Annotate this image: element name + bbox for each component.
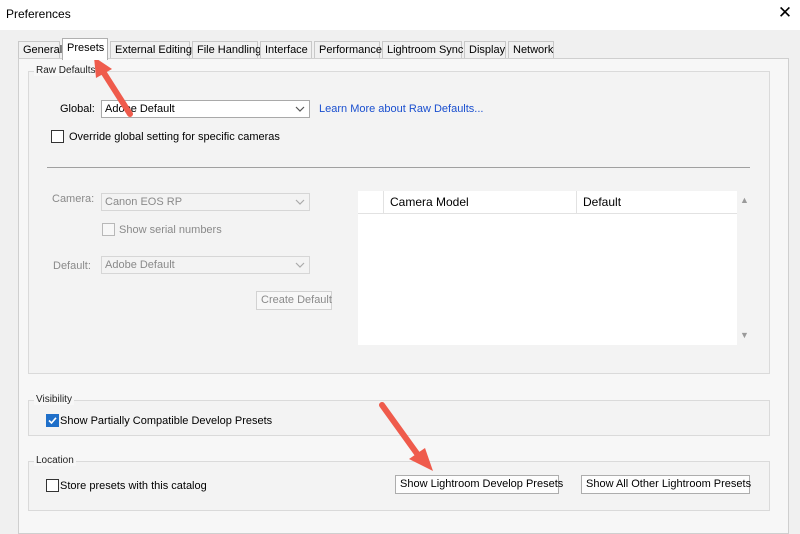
tab-presets[interactable]: Presets [62,38,108,60]
arrow-to-presets-tab-icon [94,57,133,117]
annotation-arrows [94,57,433,471]
arrow-to-develop-presets-button-icon [379,402,433,471]
